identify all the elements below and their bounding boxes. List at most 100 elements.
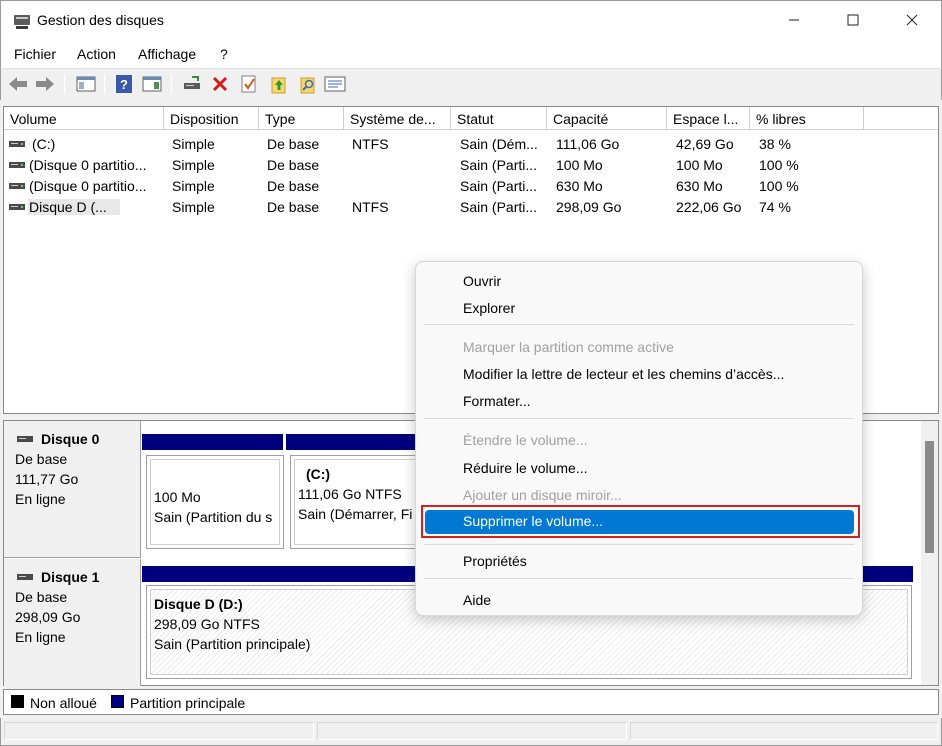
legend-swatch-unallocated: [11, 695, 24, 708]
disk-0-label[interactable]: Disque 0 De base 111,77 Go En ligne: [4, 421, 141, 558]
window-title: Gestion des disques: [37, 12, 164, 28]
drive-icon: [9, 162, 25, 168]
legend-label-primary: Partition principale: [130, 695, 246, 711]
help-icon: ?: [116, 75, 132, 93]
menu-item-properties[interactable]: Propriétés: [463, 553, 527, 569]
partition-size: 298,09 Go NTFS: [154, 616, 260, 632]
help-button[interactable]: ?: [113, 73, 135, 95]
cell-free-space: 42,69 Go: [676, 136, 734, 152]
folder-up-button[interactable]: [268, 73, 290, 95]
partition-bar: [286, 434, 421, 450]
list-view-button[interactable]: [324, 73, 346, 95]
minimize-button[interactable]: [771, 1, 817, 39]
delete-button[interactable]: [209, 73, 231, 95]
cell-type: De base: [267, 178, 320, 194]
partition-status: Sain (Partition du s: [154, 509, 273, 525]
menu-action[interactable]: Action: [77, 46, 116, 62]
cell-volume: (C:): [32, 136, 56, 152]
cell-status: Sain (Parti...: [460, 199, 538, 215]
disk-0-name: Disque 0: [41, 431, 100, 447]
partition-size: 100 Mo: [154, 489, 201, 505]
connect-drive-button[interactable]: [181, 73, 203, 95]
partition-c[interactable]: (C:) 111,06 Go NTFS Sain (Démarrer, Fi: [290, 455, 430, 549]
cell-type: De base: [267, 136, 320, 152]
column-header-filler: [864, 107, 938, 130]
column-header-percent-free[interactable]: % libres: [750, 107, 864, 130]
menu-separator: [424, 544, 854, 545]
column-header-disposition[interactable]: Disposition: [164, 107, 259, 130]
close-button[interactable]: [889, 1, 935, 39]
column-header-file-system[interactable]: Système de...: [344, 107, 451, 130]
column-header-type[interactable]: Type: [259, 107, 344, 130]
cell-volume: (Disque 0 partitio...: [29, 178, 147, 194]
status-segment: [630, 722, 938, 740]
partition-status: Sain (Partition principale): [154, 636, 311, 652]
delete-icon: [212, 76, 228, 92]
partition-system-reserved[interactable]: 100 Mo Sain (Partition du s: [146, 455, 284, 549]
menu-item-change-drive-letter[interactable]: Modifier la lettre de lecteur et les che…: [463, 366, 784, 382]
cell-volume: (Disque 0 partitio...: [29, 157, 147, 173]
menu-item-add-mirror: Ajouter un disque miroir...: [463, 487, 622, 503]
cell-volume: Disque D (...: [28, 199, 120, 215]
cell-free-space: 100 Mo: [676, 157, 723, 173]
menu-separator: [424, 418, 854, 419]
cell-status: Sain (Parti...: [460, 178, 538, 194]
disk-1-name: Disque 1: [41, 569, 100, 585]
menu-item-help[interactable]: Aide: [463, 592, 491, 608]
menu-item-ouvrir[interactable]: Ouvrir: [463, 273, 501, 289]
menu-bar: Fichier Action Affichage ?: [0, 40, 942, 68]
scrollbar-thumb[interactable]: [925, 441, 934, 553]
legend-label-unallocated: Non alloué: [30, 695, 97, 711]
menu-affichage[interactable]: Affichage: [138, 46, 196, 62]
menu-item-mark-active: Marquer la partition comme active: [463, 339, 674, 355]
check-button[interactable]: [238, 73, 260, 95]
cell-percent-free: 100 %: [759, 157, 799, 173]
drive-icon: [9, 183, 25, 189]
close-icon: [906, 14, 918, 26]
cell-free-space: 222,06 Go: [676, 199, 742, 215]
disk-1-label[interactable]: Disque 1 De base 298,09 Go En ligne: [4, 559, 141, 686]
properties-view-button[interactable]: [141, 73, 163, 95]
column-header-free-space[interactable]: Espace l...: [667, 107, 750, 130]
column-header-capacity[interactable]: Capacité: [547, 107, 667, 130]
disk-panel-scrollbar[interactable]: [921, 421, 938, 685]
disk-management-app-icon: [14, 15, 30, 29]
menu-item-format[interactable]: Formater...: [463, 393, 531, 409]
back-arrow-icon: [9, 77, 27, 91]
back-button[interactable]: [7, 73, 29, 95]
disk-1-state: En ligne: [15, 629, 66, 645]
forward-button[interactable]: [34, 73, 56, 95]
status-segment: [317, 722, 627, 740]
cell-free-space: 630 Mo: [676, 178, 723, 194]
svg-text:?: ?: [120, 77, 128, 92]
folder-search-button[interactable]: [297, 73, 319, 95]
cell-capacity: 298,09 Go: [556, 199, 622, 215]
cell-file-system: NTFS: [352, 199, 389, 215]
menu-fichier[interactable]: Fichier: [14, 46, 56, 62]
menu-item-explorer[interactable]: Explorer: [463, 300, 515, 316]
disk-1-type: De base: [15, 589, 68, 605]
list-view-icon: [324, 76, 346, 92]
maximize-icon: [847, 14, 859, 26]
disk-0-state: En ligne: [15, 491, 66, 507]
partition-title: (C:): [306, 466, 331, 482]
column-header-status[interactable]: Statut: [451, 107, 547, 130]
menu-help[interactable]: ?: [220, 46, 228, 62]
status-segment: [4, 722, 314, 740]
cell-capacity: 111,06 Go: [556, 136, 620, 152]
context-menu: Ouvrir Explorer Marquer la partition com…: [415, 261, 863, 616]
menu-separator: [424, 578, 854, 579]
console-tree-button[interactable]: [75, 73, 97, 95]
disk-icon: [17, 436, 33, 442]
disk-icon: [17, 574, 33, 580]
column-header-volume[interactable]: Volume: [4, 107, 164, 130]
connect-drive-icon: [184, 76, 200, 89]
cell-type: De base: [267, 199, 320, 215]
maximize-button[interactable]: [830, 1, 876, 39]
drive-icon: [9, 141, 25, 147]
cell-disposition: Simple: [172, 199, 215, 215]
menu-item-shrink-volume[interactable]: Réduire le volume...: [463, 460, 588, 476]
status-bar: [0, 718, 942, 746]
disk-0-type: De base: [15, 451, 68, 467]
cell-disposition: Simple: [172, 157, 215, 173]
